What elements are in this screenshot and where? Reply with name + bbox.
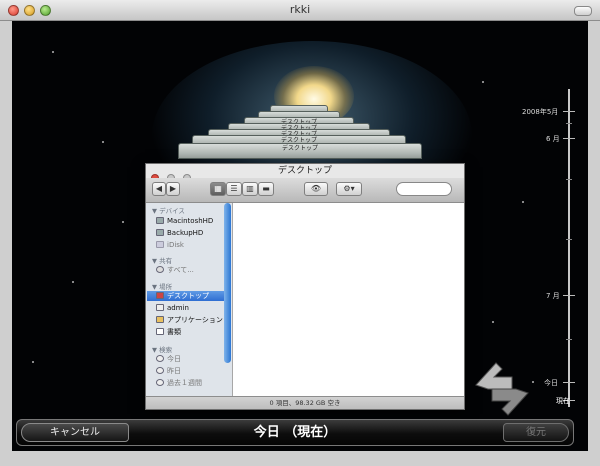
home-icon — [156, 304, 164, 311]
timeline-tick[interactable] — [566, 239, 572, 240]
hard-disk-icon — [156, 217, 164, 224]
timeline-label-june[interactable]: 6 月 — [546, 134, 560, 144]
desktop-icon — [156, 292, 164, 299]
timeline-tick[interactable] — [566, 339, 572, 340]
window-title: rkki — [289, 3, 311, 16]
forward-button[interactable]: ▶ — [166, 182, 180, 196]
star — [482, 81, 484, 83]
timeline-label-may-2008[interactable]: 2008年5月 — [522, 107, 558, 117]
finder-content-area[interactable] — [233, 203, 464, 397]
icon-view-button[interactable]: ▦ — [210, 182, 226, 196]
timeline-tick[interactable] — [566, 179, 572, 180]
action-menu-button[interactable]: ⚙▾ — [336, 182, 362, 196]
sidebar-item-all-shared[interactable]: すべて... — [156, 265, 230, 275]
sidebar-item-applications[interactable]: アプリケーション — [156, 315, 230, 325]
clock-icon — [156, 367, 164, 374]
hard-disk-icon — [156, 229, 164, 236]
timeline[interactable] — [560, 89, 588, 409]
sidebar-item-idisk[interactable]: iDisk — [156, 240, 230, 250]
forward-in-time-arrow[interactable] — [491, 388, 529, 416]
bottom-control-bar: キャンセル 今日 （現在） 復元 — [16, 419, 574, 446]
idisk-icon — [156, 241, 164, 248]
sidebar-item-backuphd[interactable]: BackupHD — [156, 228, 230, 238]
finder-window[interactable]: デスクトップ ◀ ▶ ▦ ☰ ▥ ▬ 👁 ⚙▾ ▼ デバイス Macintosh… — [145, 163, 465, 410]
star — [122, 221, 124, 223]
status-bar: 0 項目、98.32 GB 空き — [146, 396, 464, 409]
restore-button[interactable]: 復元 — [503, 423, 569, 442]
space-background: デスクトップ デスクトップ デスクトップ デスクトップ デスクトップ デスクトッ… — [12, 21, 588, 451]
timeline-label-today[interactable]: 今日 — [544, 378, 558, 388]
sidebar-item-macintoshhd[interactable]: MacintoshHD — [156, 216, 230, 226]
coverflow-view-button[interactable]: ▬ — [258, 182, 274, 196]
star — [532, 381, 534, 383]
current-date-label: 今日 （現在） — [253, 425, 337, 440]
sidebar-header-devices: ▼ デバイス — [152, 207, 185, 215]
finder-sidebar: ▼ デバイス MacintoshHD BackupHD iDisk ▼ 共有 す… — [146, 203, 233, 397]
timeline-tick[interactable] — [566, 123, 572, 124]
sidebar-item-today[interactable]: 今日 — [156, 354, 230, 364]
quick-look-button[interactable]: 👁 — [304, 182, 328, 196]
search-input[interactable] — [396, 182, 452, 196]
title-bar: rkki — [0, 0, 600, 21]
timeline-tick[interactable] — [563, 382, 575, 383]
sidebar-header-search: ▼ 検索 — [152, 346, 173, 354]
timeline-axis — [568, 89, 570, 407]
stacked-window-title: デスクトップ — [281, 145, 318, 152]
sidebar-item-desktop[interactable]: デスクトップ — [147, 291, 224, 301]
list-view-button[interactable]: ☰ — [226, 182, 242, 196]
timeline-tick[interactable] — [563, 295, 575, 296]
star — [522, 201, 524, 203]
sidebar-header-shared: ▼ 共有 — [152, 257, 173, 265]
sidebar-item-past-week[interactable]: 過去１週間 — [156, 378, 230, 388]
finder-toolbar: ◀ ▶ ▦ ☰ ▥ ▬ 👁 ⚙▾ — [146, 178, 464, 203]
star — [492, 321, 494, 323]
clock-icon — [156, 379, 164, 386]
sidebar-item-admin[interactable]: admin — [156, 303, 230, 313]
timeline-tick[interactable] — [563, 111, 575, 112]
star — [32, 361, 34, 363]
stacked-window[interactable]: デスクトップ — [178, 143, 422, 159]
back-in-time-arrow[interactable] — [475, 362, 513, 390]
sidebar-item-yesterday[interactable]: 昨日 — [156, 366, 230, 376]
sidebar-item-documents[interactable]: 書類 — [156, 327, 230, 337]
timeline-label-july[interactable]: 7 月 — [546, 291, 560, 301]
cancel-button[interactable]: キャンセル — [21, 423, 129, 442]
star — [72, 281, 74, 283]
sidebar-scrollbar[interactable] — [224, 203, 231, 363]
navigation-arrows — [475, 362, 529, 416]
time-machine-window: rkki デスクトップ デスクトップ デスクトップ デスクトップ デスクトップ … — [0, 0, 600, 466]
star — [102, 141, 104, 143]
sidebar-header-places: ▼ 場所 — [152, 283, 173, 291]
column-view-button[interactable]: ▥ — [242, 182, 258, 196]
timeline-label-now[interactable]: 現在 — [556, 396, 570, 406]
applications-icon — [156, 316, 164, 323]
back-button[interactable]: ◀ — [152, 182, 166, 196]
network-icon — [156, 266, 164, 273]
star — [52, 51, 54, 53]
clock-icon — [156, 355, 164, 362]
documents-icon — [156, 328, 164, 335]
timeline-tick[interactable] — [563, 138, 575, 139]
toolbar-toggle-button[interactable] — [574, 6, 592, 16]
